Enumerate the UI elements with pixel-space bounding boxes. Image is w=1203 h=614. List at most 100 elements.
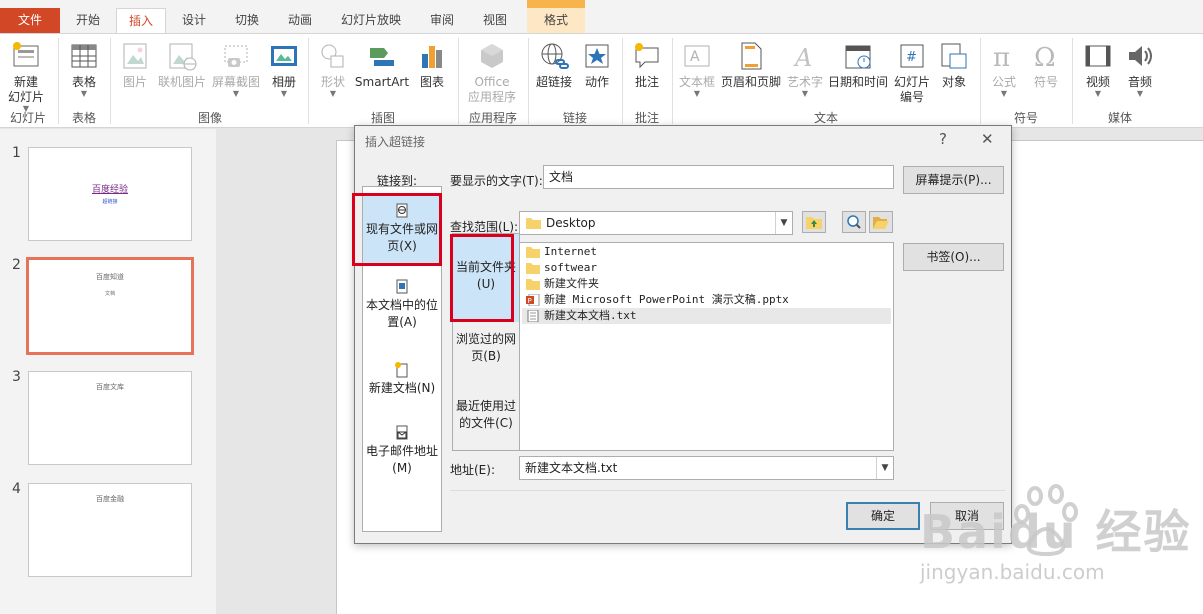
album-label: 相册 <box>271 75 296 89</box>
chevron-down-icon: ▼ <box>1094 89 1102 98</box>
chart-button[interactable]: 图表 <box>412 40 452 90</box>
header-footer-label: 页眉和页脚 <box>720 75 781 89</box>
screenshot-icon <box>224 45 248 67</box>
online-picture-button[interactable]: 联机图片 <box>156 40 208 90</box>
photo-album-icon <box>271 46 297 66</box>
insert-hyperlink-dialog: 插入超链接 ? ✕ 链接到: 要显示的文字(T): 文档 屏幕提示(P)... … <box>354 125 1012 544</box>
svg-text:A: A <box>690 49 700 65</box>
file-list-item[interactable]: 新建文件夹 <box>522 276 891 292</box>
tab-review[interactable]: 审阅 <box>416 8 468 33</box>
look-in-combo[interactable]: Desktop ▼ <box>519 211 793 235</box>
chevron-down-icon: ▼ <box>329 89 337 98</box>
bookmark-button[interactable]: 书签(O)... <box>903 243 1004 271</box>
link-option-label: 电子邮件地址(M) <box>365 444 438 475</box>
new-document-icon <box>395 362 408 378</box>
slide-thumbnail-1[interactable]: 百度经验 超链接 <box>28 147 192 241</box>
table-button[interactable]: 表格 ▼ <box>64 40 104 98</box>
file-name: 新建文本文档.txt <box>544 309 637 322</box>
group-divider <box>622 38 623 124</box>
cancel-button[interactable]: 取消 <box>930 502 1004 530</box>
chevron-down-icon: ▼ <box>801 89 809 98</box>
slide-number: 1 <box>12 145 21 161</box>
help-icon[interactable]: ? <box>939 130 947 148</box>
header-footer-button[interactable]: 页眉和页脚 <box>720 40 782 90</box>
shapes-label: 形状 <box>320 75 345 89</box>
address-combo[interactable]: 新建文本文档.txt ▼ <box>519 456 894 480</box>
slide-thumbnail-4[interactable]: 百度金融 <box>28 483 192 577</box>
chevron-down-icon[interactable]: ▼ <box>876 457 893 479</box>
action-button[interactable]: 动作 <box>578 40 616 90</box>
tab-design[interactable]: 设计 <box>168 8 220 33</box>
table-label: 表格 <box>71 75 96 89</box>
picture-button[interactable]: 图片 <box>116 40 154 90</box>
chevron-down-icon: ▼ <box>1136 89 1144 98</box>
up-folder-button[interactable] <box>802 211 826 233</box>
video-button[interactable]: 视频 ▼ <box>1078 40 1118 98</box>
file-list-item[interactable]: Internet <box>522 244 891 260</box>
textbox-button[interactable]: A 文本框 ▼ <box>676 40 718 98</box>
object-label: 对象 <box>941 75 966 89</box>
display-text-input[interactable]: 文档 <box>543 165 894 189</box>
screentip-button[interactable]: 屏幕提示(P)... <box>903 166 1004 194</box>
slide-number-label-1: 幻灯片 <box>893 75 930 89</box>
group-label-comments: 批注 <box>634 111 659 125</box>
wordart-button[interactable]: A 艺术字 ▼ <box>784 40 826 98</box>
new-slide-label: 新建 幻灯片 <box>7 75 44 104</box>
object-button[interactable]: 对象 <box>936 40 972 90</box>
email-icon <box>396 425 408 440</box>
omega-icon: Ω <box>1034 43 1056 72</box>
pi-icon: π <box>993 43 1010 72</box>
link-place-in-document[interactable]: 本文档中的位置(A) <box>363 279 441 339</box>
file-list-item[interactable]: 新建文本文档.txt <box>522 308 891 324</box>
audio-button[interactable]: 音频 ▼ <box>1120 40 1160 98</box>
datetime-label: 日期和时间 <box>827 75 888 89</box>
slide-thumbnail-2[interactable]: 百度知道 文档 <box>26 257 194 355</box>
tab-view[interactable]: 视图 <box>470 8 520 33</box>
office-apps-label-1: Office <box>474 75 510 89</box>
chevron-down-icon: ▼ <box>693 89 701 98</box>
slide-subtitle: 文档 <box>104 291 115 297</box>
tab-slideshow[interactable]: 幻灯片放映 <box>328 8 414 33</box>
group-label-text: 文本 <box>813 111 838 125</box>
screenshot-label: 屏幕截图 <box>211 75 260 89</box>
office-apps-label-2: 应用程序 <box>467 90 516 104</box>
file-list-item[interactable]: P 新建 Microsoft PowerPoint 演示文稿.pptx <box>522 292 891 308</box>
tab-file[interactable]: 文件 <box>0 8 60 33</box>
datetime-button[interactable]: 日期和时间 <box>826 40 890 90</box>
shapes-button[interactable]: 形状 ▼ <box>314 40 352 98</box>
browse-web-button[interactable] <box>842 211 866 233</box>
album-button[interactable]: 相册 ▼ <box>264 40 304 98</box>
recent-files-tab[interactable]: 最近使用过的文件(C) <box>453 394 519 434</box>
ok-button[interactable]: 确定 <box>846 502 920 530</box>
browsed-pages-tab[interactable]: 浏览过的网页(B) <box>453 329 519 369</box>
group-label-media: 媒体 <box>1107 111 1132 125</box>
tab-home[interactable]: 开始 <box>62 8 114 33</box>
slide-thumbnail-3[interactable]: 百度文库 <box>28 371 192 465</box>
link-email-address[interactable]: 电子邮件地址(M) <box>363 425 441 485</box>
slide-title: 百度文库 <box>96 383 124 391</box>
new-slide-button[interactable]: 新建 幻灯片 ▼ <box>4 40 48 113</box>
group-divider <box>308 38 309 124</box>
comment-button[interactable]: 批注 <box>626 40 668 90</box>
file-list-item[interactable]: softwear <box>522 260 891 276</box>
tab-format[interactable]: 格式 <box>527 8 585 33</box>
wordart-icon: A <box>793 44 812 72</box>
group-divider <box>458 38 459 124</box>
symbol-button[interactable]: Ω 符号 <box>1026 40 1066 90</box>
equation-button[interactable]: π 公式 ▼ <box>984 40 1024 98</box>
office-apps-button[interactable]: Office 应用程序 <box>462 40 522 105</box>
chevron-down-icon[interactable]: ▼ <box>775 212 792 234</box>
slide-number-button[interactable]: # 幻灯片 编号 <box>890 40 934 105</box>
hyperlink-button[interactable]: 超链接 <box>532 40 576 90</box>
online-picture-icon <box>169 43 197 71</box>
slide-number: 3 <box>12 369 21 385</box>
link-new-document[interactable]: 新建文档(N) <box>363 362 441 407</box>
close-icon[interactable]: ✕ <box>981 130 994 148</box>
tab-animations[interactable]: 动画 <box>274 8 326 33</box>
browse-file-button[interactable] <box>869 211 893 233</box>
smartart-button[interactable]: SmartArt <box>354 40 410 90</box>
tab-insert[interactable]: 插入 <box>116 8 166 34</box>
tab-transitions[interactable]: 切换 <box>222 8 272 33</box>
screenshot-button[interactable]: 屏幕截图 ▼ <box>210 40 262 98</box>
slide-title: 百度经验 <box>91 185 128 195</box>
